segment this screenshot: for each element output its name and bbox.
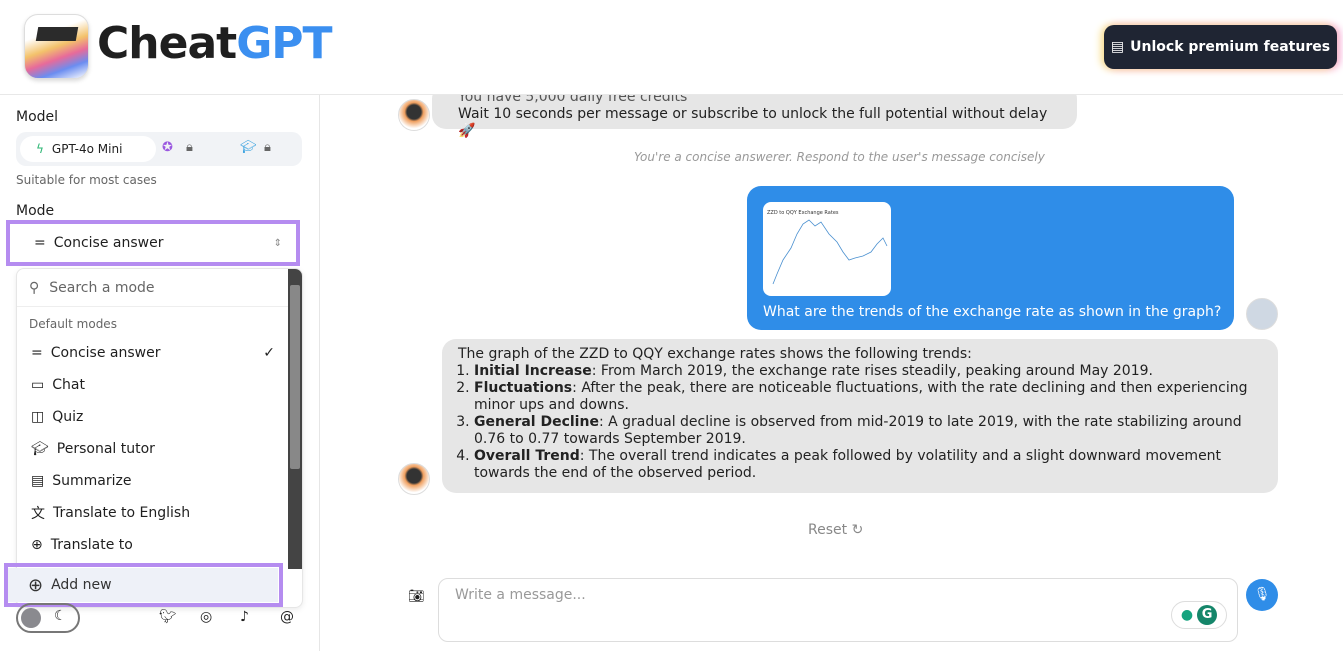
- mode-dropdown: ⚲ Search a mode Default modes = Concise an…: [16, 268, 303, 608]
- logo-icon: [24, 14, 89, 79]
- point-text: : The overall trend indicates a peak fol…: [474, 448, 1222, 481]
- mode-item-concise-answer[interactable]: = Concise answer ✓: [17, 337, 287, 369]
- user-avatar: [1246, 298, 1278, 330]
- highlight-box: [6, 220, 300, 266]
- store-icon: ▤: [1110, 39, 1125, 55]
- moon-icon: ☾: [54, 608, 67, 624]
- model-selector: ϟ GPT-4o Mini ✪ 🔒︎ 🎓︎ 🔒︎: [16, 132, 302, 166]
- lightbulb-icon: ●: [1180, 607, 1194, 623]
- user-message-text: What are the trends of the exchange rate…: [763, 304, 1222, 320]
- model-option-gpt4o-mini[interactable]: ϟ GPT-4o Mini: [20, 136, 156, 162]
- lock-icon: 🔒︎: [186, 140, 193, 155]
- item-label: Chat: [52, 377, 85, 393]
- reset-button[interactable]: Reset ↻: [808, 522, 863, 538]
- assistant-avatar: [398, 463, 430, 495]
- mode-item-translate-english[interactable]: 文 Translate to English: [17, 497, 287, 529]
- twitter-icon[interactable]: 🐦︎: [159, 609, 177, 625]
- refresh-icon: ↻: [851, 522, 864, 538]
- mode-item-chat[interactable]: ▭ Chat: [17, 369, 287, 401]
- header: CheatGPT ▤ Unlock premium features: [0, 0, 1343, 95]
- check-icon: ✓: [263, 345, 275, 361]
- point-title: General Decline: [474, 414, 599, 430]
- brand-logo[interactable]: CheatGPT: [97, 18, 333, 69]
- brain-icon[interactable]: ✪: [162, 140, 173, 155]
- chat-area: You have 5,000 daily free credits Wait 1…: [320, 85, 1343, 651]
- answer-intro: The graph of the ZZD to QQY exchange rat…: [458, 346, 972, 362]
- mode-search-input[interactable]: ⚲ Search a mode: [17, 269, 302, 307]
- answer-point: General Decline: A gradual decline is ob…: [474, 414, 1262, 448]
- assistant-message: The graph of the ZZD to QQY exchange rat…: [442, 339, 1278, 493]
- point-text: : After the peak, there are noticeable f…: [474, 380, 1248, 413]
- mode-item-summarize[interactable]: ▤ Summarize: [17, 465, 287, 497]
- input-placeholder: Write a message...: [455, 587, 586, 603]
- item-label: Summarize: [52, 473, 132, 489]
- item-label: Personal tutor: [56, 441, 155, 457]
- document-icon: ▤: [31, 473, 45, 489]
- translate-icon: 文: [31, 506, 45, 522]
- model-name: GPT-4o Mini: [51, 142, 123, 156]
- email-icon[interactable]: @: [280, 609, 294, 625]
- reset-label: Reset: [808, 522, 848, 538]
- mode-item-personal-tutor[interactable]: 🎓︎ Personal tutor: [17, 433, 287, 465]
- scrollbar[interactable]: [288, 269, 302, 569]
- dark-mode-toggle[interactable]: ☾: [16, 603, 80, 633]
- chat-icon: ▭: [31, 377, 45, 393]
- grammarly-widget[interactable]: ● G: [1171, 601, 1227, 629]
- system-prompt: You're a concise answerer. Respond to th…: [634, 150, 1045, 164]
- lock-icon: 🔒︎: [264, 140, 271, 155]
- premium-label: Unlock premium features: [1130, 39, 1331, 55]
- point-title: Initial Increase: [474, 363, 592, 379]
- brand-text: Cheat: [97, 18, 237, 69]
- item-label: Translate to English: [53, 505, 191, 521]
- answer-point: Initial Increase: From March 2019, the e…: [474, 363, 1262, 380]
- microphone-button[interactable]: 🎙︎: [1246, 579, 1278, 611]
- highlight-box: [4, 563, 283, 607]
- toggle-knob: [21, 608, 41, 628]
- point-title: Overall Trend: [474, 448, 580, 464]
- tiktok-icon[interactable]: ♪: [240, 609, 249, 625]
- point-text: : From March 2019, the exchange rate ris…: [591, 363, 1153, 379]
- answer-point: Fluctuations: After the peak, there are …: [474, 380, 1262, 414]
- camera-icon[interactable]: 📷︎: [408, 589, 425, 604]
- bolt-icon: ϟ: [36, 142, 44, 156]
- message-line: Wait 10 seconds per message or subscribe…: [458, 106, 1048, 139]
- group-label: Default modes: [29, 317, 117, 331]
- unlock-premium-button[interactable]: ▤ Unlock premium features: [1104, 25, 1337, 69]
- search-placeholder: Search a mode: [49, 279, 155, 296]
- answer-point: Overall Trend: The overall trend indicat…: [474, 448, 1262, 482]
- answer-list: Initial Increase: From March 2019, the e…: [458, 363, 1262, 482]
- assistant-avatar: [398, 99, 430, 131]
- lines-icon: =: [31, 345, 43, 361]
- user-message: ZZD to QQY Exchange Rates What are the t…: [747, 186, 1234, 330]
- point-title: Fluctuations: [474, 380, 573, 396]
- brand-accent-text: GPT: [236, 18, 332, 69]
- instagram-icon[interactable]: ◎: [200, 609, 212, 625]
- item-label: Translate to: [50, 537, 133, 553]
- item-label: Quiz: [52, 409, 84, 425]
- globe-icon: ⊕: [31, 537, 43, 553]
- message-input[interactable]: Write a message... ● G: [438, 578, 1238, 642]
- mode-label: Mode: [16, 203, 55, 219]
- mode-item-translate-to[interactable]: ⊕ Translate to: [17, 529, 287, 561]
- line-chart-graphic: [772, 219, 888, 285]
- model-label: Model: [16, 109, 59, 125]
- graduation-cap-icon[interactable]: 🎓︎: [240, 140, 257, 155]
- model-hint: Suitable for most cases: [16, 173, 157, 187]
- quiz-icon: ◫: [31, 409, 45, 425]
- chart-image-thumbnail[interactable]: ZZD to QQY Exchange Rates: [763, 202, 891, 296]
- scrollbar-thumb[interactable]: [290, 285, 300, 469]
- microphone-icon: 🎙︎: [1253, 587, 1271, 602]
- mode-item-quiz[interactable]: ◫ Quiz: [17, 401, 287, 433]
- graduation-cap-icon: 🎓︎: [31, 441, 49, 457]
- grammarly-icon: G: [1197, 605, 1218, 625]
- item-label: Concise answer: [50, 345, 161, 361]
- search-icon: ⚲: [29, 279, 40, 296]
